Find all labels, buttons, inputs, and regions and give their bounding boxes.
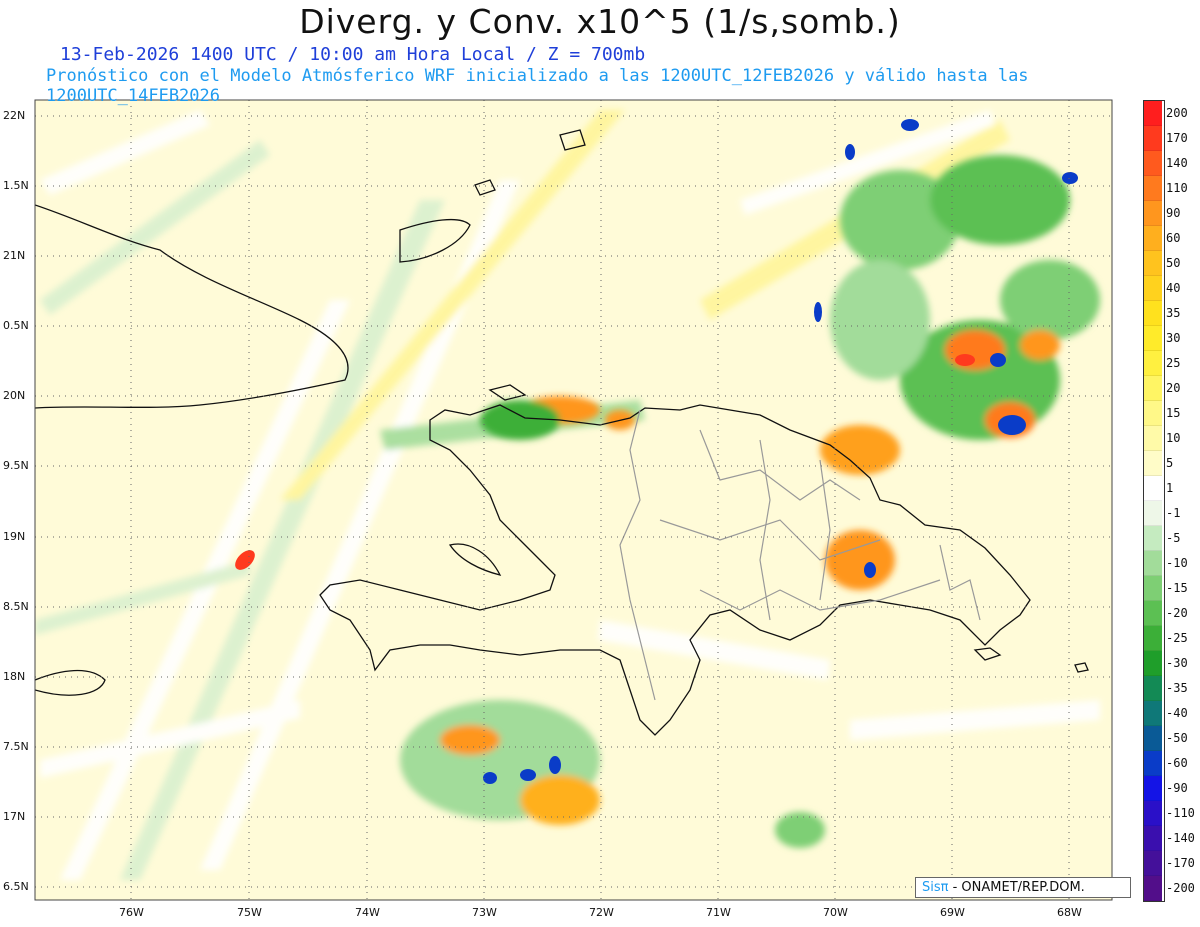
sis-logo-text: Sisπ: [922, 880, 949, 895]
colorbar-swatch: [1144, 701, 1162, 726]
lat-label: 17N: [3, 810, 26, 823]
colorbar-label: -35: [1166, 680, 1188, 695]
colorbar-label: -20: [1166, 605, 1188, 620]
lat-label: 18N: [3, 670, 26, 683]
colorbar-label: 15: [1166, 405, 1181, 420]
colorbar-label: -200: [1166, 880, 1195, 895]
colorbar-swatch: [1144, 851, 1162, 876]
colorbar-swatch: [1144, 226, 1162, 251]
colorbar-swatch: [1144, 426, 1162, 451]
colorbar-label: 20: [1166, 380, 1181, 395]
colorbar-swatch: [1144, 651, 1162, 676]
lat-label: 20N: [3, 389, 26, 402]
colorbar-swatch: [1144, 276, 1162, 301]
lat-label: 9.5N: [3, 459, 29, 472]
colorbar-label: 10: [1166, 430, 1181, 445]
colorbar-label: -60: [1166, 755, 1188, 770]
colorbar-label: 40: [1166, 280, 1181, 295]
colorbar-label: -25: [1166, 630, 1188, 645]
colorbar-label: 140: [1166, 155, 1188, 170]
colorbar-swatch: [1144, 601, 1162, 626]
lon-label: 68W: [1057, 906, 1082, 919]
lat-label: 19N: [3, 530, 26, 543]
colorbar-swatch: [1144, 801, 1162, 826]
colorbar-swatch: [1144, 451, 1162, 476]
colorbar-label: 5: [1166, 455, 1174, 470]
colorbar-swatch: [1144, 676, 1162, 701]
lon-label: 76W: [119, 906, 144, 919]
colorbar-label: 1: [1166, 480, 1174, 495]
credit-text: - ONAMET/REP.DOM.: [952, 880, 1085, 895]
colorbar-swatch: [1144, 501, 1162, 526]
colorbar-label: 60: [1166, 230, 1181, 245]
colorbar-swatch: [1144, 826, 1162, 851]
forecast-map: [34, 99, 1113, 901]
colorbar-label: 30: [1166, 330, 1181, 345]
lat-label: 8.5N: [3, 600, 29, 613]
lat-label: 1.5N: [3, 179, 29, 192]
lat-label: 6.5N: [3, 880, 29, 893]
colorbar-swatch: [1144, 301, 1162, 326]
colorbar-label: -170: [1166, 855, 1195, 870]
colorbar-swatch: [1144, 401, 1162, 426]
colorbar-label: -10: [1166, 555, 1188, 570]
colorbar-label: 50: [1166, 255, 1181, 270]
lon-label: 72W: [589, 906, 614, 919]
colorbar-swatch: [1144, 551, 1162, 576]
colorbar-label: 90: [1166, 205, 1181, 220]
lat-label: 21N: [3, 249, 26, 262]
lon-label: 75W: [237, 906, 262, 919]
colorbar-label: 110: [1166, 180, 1188, 195]
colorbar-swatch: [1144, 126, 1162, 151]
colorbar-swatch: [1144, 576, 1162, 601]
colorbar-swatch: [1144, 326, 1162, 351]
colorbar-swatch: [1144, 151, 1162, 176]
colorbar-label: -1: [1166, 505, 1181, 520]
lat-label: 22N: [3, 109, 26, 122]
colorbar-label: -40: [1166, 705, 1188, 720]
colorbar-swatch: [1144, 776, 1162, 801]
colorbar-swatch: [1144, 101, 1162, 126]
lon-label: 74W: [355, 906, 380, 919]
lon-label: 71W: [706, 906, 731, 919]
colorbar-swatch: [1144, 526, 1162, 551]
colorbar-label: -50: [1166, 730, 1188, 745]
colorbar-label: -110: [1166, 805, 1195, 820]
colorbar-swatch: [1144, 351, 1162, 376]
colorbar-label: -140: [1166, 830, 1195, 845]
colorbar-swatch: [1144, 876, 1162, 901]
colorbar-swatch: [1144, 626, 1162, 651]
colorbar-label: -15: [1166, 580, 1188, 595]
colorbar: [1143, 100, 1165, 902]
lon-label: 69W: [940, 906, 965, 919]
colorbar-swatch: [1144, 476, 1162, 501]
colorbar-swatch: [1144, 251, 1162, 276]
colorbar-swatch: [1144, 726, 1162, 751]
model-info-line: Pronóstico con el Modelo Atmósferico WRF…: [46, 66, 1029, 106]
colorbar-label: -90: [1166, 780, 1188, 795]
colorbar-label: 35: [1166, 305, 1181, 320]
colorbar-label: 25: [1166, 355, 1181, 370]
colorbar-swatch: [1144, 376, 1162, 401]
colorbar-label: -30: [1166, 655, 1188, 670]
colorbar-swatch: [1144, 201, 1162, 226]
lat-label: 0.5N: [3, 319, 29, 332]
colorbar-swatch: [1144, 176, 1162, 201]
lat-label: 7.5N: [3, 740, 29, 753]
lon-label: 70W: [823, 906, 848, 919]
credit-box: Sisπ - ONAMET/REP.DOM.: [915, 877, 1131, 898]
chart-title: Diverg. y Conv. x10^5 (1/s,somb.): [299, 2, 901, 41]
colorbar-label: -5: [1166, 530, 1181, 545]
colorbar-label: 170: [1166, 130, 1188, 145]
colorbar-swatch: [1144, 751, 1162, 776]
valid-time-line: 13-Feb-2026 1400 UTC / 10:00 am Hora Loc…: [60, 44, 646, 65]
lon-label: 73W: [472, 906, 497, 919]
colorbar-label: 200: [1166, 105, 1188, 120]
